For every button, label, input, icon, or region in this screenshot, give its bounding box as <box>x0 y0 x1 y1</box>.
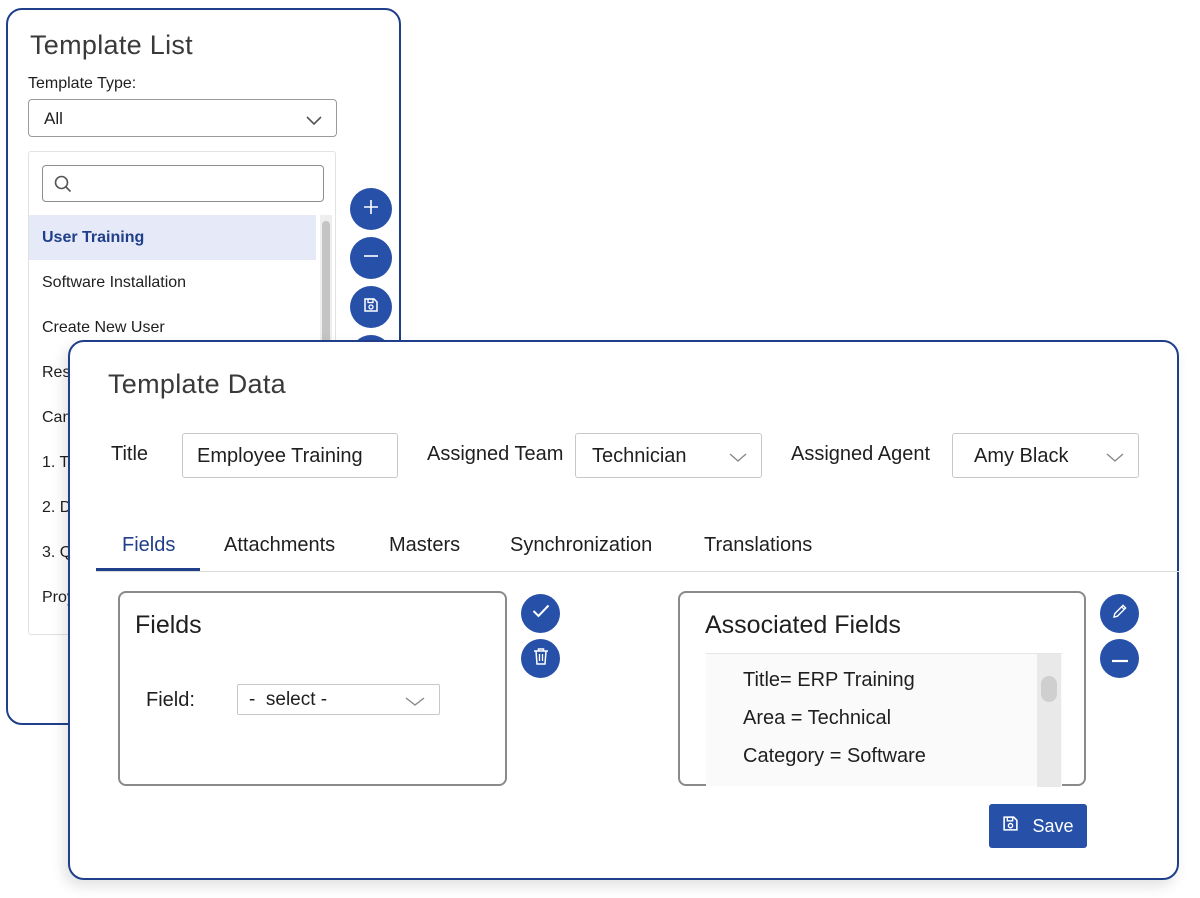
plus-icon <box>363 199 379 220</box>
associated-fields-box: Associated Fields Title= ERP Training Ar… <box>678 591 1086 787</box>
associated-fields-list: Title= ERP Training Area = Technical Cat… <box>706 653 1062 787</box>
assigned-team-value: Technician <box>592 445 687 467</box>
edit-associated-button[interactable] <box>1100 594 1139 633</box>
template-search-box[interactable] <box>42 165 324 202</box>
list-item[interactable]: Title= ERP Training <box>743 669 915 692</box>
active-tab-indicator <box>96 568 200 571</box>
template-data-panel: Template Data Title Assigned Team Techni… <box>68 340 1179 880</box>
field-select-value: - select - <box>249 689 328 710</box>
list-item[interactable]: Category = Software <box>743 745 926 768</box>
check-icon <box>532 604 550 623</box>
assigned-agent-label: Assigned Agent <box>791 443 930 465</box>
save-button[interactable]: Save <box>989 804 1087 848</box>
floppy-disk-icon <box>363 297 379 318</box>
assigned-team-select[interactable]: Technician <box>575 433 762 478</box>
remove-template-button[interactable] <box>350 237 392 279</box>
title-field[interactable] <box>182 433 398 478</box>
scrollbar-thumb[interactable] <box>1041 676 1057 702</box>
minus-icon <box>1111 650 1129 668</box>
assigned-agent-select[interactable]: Amy Black <box>952 433 1139 478</box>
chevron-down-icon <box>1106 450 1124 468</box>
template-type-value: All <box>44 109 63 128</box>
tab-attachments[interactable]: Attachments <box>224 534 335 557</box>
confirm-field-button[interactable] <box>521 594 560 633</box>
trash-icon <box>533 647 549 670</box>
title-label: Title <box>111 443 149 465</box>
chevron-down-icon <box>729 450 747 468</box>
chevron-down-icon <box>405 694 425 712</box>
associated-fields-title: Associated Fields <box>705 611 901 639</box>
delete-field-button[interactable] <box>521 639 560 678</box>
pencil-icon <box>1112 603 1128 624</box>
tab-fields[interactable]: Fields <box>122 534 175 557</box>
template-type-label: Template Type: <box>28 75 137 92</box>
assigned-team-label: Assigned Team <box>427 443 564 465</box>
scrollbar-thumb[interactable] <box>322 221 330 345</box>
field-select[interactable]: - select - <box>237 684 440 715</box>
save-button-label: Save <box>1032 815 1074 836</box>
template-item[interactable]: Software Installation <box>29 260 316 305</box>
associated-fields-scrollbar[interactable] <box>1037 654 1061 787</box>
tab-bar: Fields Attachments Masters Synchronizati… <box>96 528 1179 572</box>
floppy-disk-icon <box>1002 815 1019 837</box>
template-type-select[interactable]: All <box>28 99 337 137</box>
add-template-button[interactable] <box>350 188 392 230</box>
tab-masters[interactable]: Masters <box>389 534 460 557</box>
template-data-title: Template Data <box>108 369 286 399</box>
list-item[interactable]: Area = Technical <box>743 707 891 730</box>
fields-box-title: Fields <box>135 611 202 639</box>
assigned-agent-value: Amy Black <box>974 445 1069 467</box>
tab-synchronization[interactable]: Synchronization <box>510 534 652 557</box>
template-item[interactable]: User Training <box>29 215 316 260</box>
save-template-button[interactable] <box>350 286 392 328</box>
remove-associated-button[interactable] <box>1100 639 1139 678</box>
title-input[interactable] <box>197 444 387 468</box>
chevron-down-icon <box>306 113 322 131</box>
fields-box: Fields Field: - select - <box>118 591 507 786</box>
template-search-input[interactable] <box>83 172 318 196</box>
tab-translations[interactable]: Translations <box>704 534 812 557</box>
field-label: Field: <box>146 689 195 711</box>
template-list-title: Template List <box>30 30 193 60</box>
minus-icon <box>363 248 379 269</box>
search-icon <box>54 175 72 198</box>
